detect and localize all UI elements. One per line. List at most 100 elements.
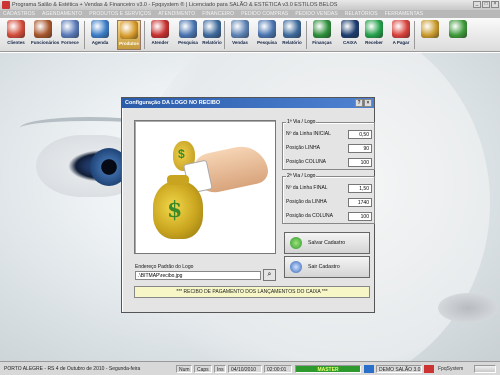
toolbar-button[interactable]: Vendas [228, 20, 252, 50]
status-bar: PORTO ALEGRE - RS 4 de Outubro de 2010 -… [0, 361, 500, 375]
toolbar-button[interactable]: Agenda [88, 20, 112, 50]
toolbar-button-label: Clientes [7, 40, 25, 45]
via2-row: Posição da COLUNA 100 [286, 211, 372, 221]
magnifier-icon: ⌕ [267, 271, 272, 278]
logo-path-input[interactable]: .\BITMAP\recibo.jpg [135, 271, 261, 280]
toolbar-separator [84, 21, 85, 49]
toolbar-button[interactable]: Clientes [4, 20, 28, 50]
agenda-icon [91, 20, 109, 38]
search-icon [179, 20, 197, 38]
toolbar-button-label: Vendas [232, 40, 248, 45]
status-time: 02:00:01 [264, 365, 292, 373]
toolbar-button[interactable]: Atender [148, 20, 172, 50]
menu-item[interactable]: FERRAMENTAS [385, 11, 424, 17]
window-titlebar: Programa Salão & Estética + Vendas & Fin… [0, 0, 500, 10]
toolbar-button[interactable]: Funcionários [31, 20, 60, 50]
toolbar-button[interactable] [418, 20, 442, 50]
status-ins: Ins [214, 365, 226, 373]
toolbar-button[interactable]: CAIXA [338, 20, 362, 50]
toolbar-button-label: Relatório [282, 40, 302, 45]
receive-icon [365, 20, 383, 38]
logo-preview: $ $ [134, 120, 276, 254]
toolbar-separator [306, 21, 307, 49]
via1-column-position-input[interactable]: 100 [348, 157, 372, 167]
toolbar-button-label: Produtos [119, 41, 139, 46]
dialog-help-button[interactable]: ? [355, 99, 363, 107]
status-flag-icon [424, 365, 434, 373]
browse-logo-button[interactable]: ⌕ [263, 269, 276, 281]
via1-row: Nº da Linha INICIAL 0,50 [286, 129, 372, 139]
exit-icon [290, 261, 302, 273]
toolbar-button-label: A Pagar [392, 40, 410, 45]
exit-button[interactable]: Sair Cadastro [284, 256, 370, 278]
toolbar-separator [224, 21, 225, 49]
status-master-badge: MASTER [295, 365, 361, 373]
toolbar-button[interactable]: Relatório [280, 20, 304, 50]
toolbar-button[interactable]: Fornece [58, 20, 82, 50]
pay-icon [392, 20, 410, 38]
toolbar-button[interactable]: Relatório [200, 20, 224, 50]
toolbar-button[interactable]: Finanças [310, 20, 334, 50]
via2-column-position-input[interactable]: 100 [348, 211, 372, 221]
lips-shape [438, 293, 498, 323]
toolbar-button[interactable]: Pesquisa [176, 20, 200, 50]
toolbar-button[interactable] [446, 20, 470, 50]
employees-icon [34, 20, 52, 38]
suppliers-icon [61, 20, 79, 38]
toolbar-button-label: Funcionários [31, 40, 60, 45]
status-caps: Caps [194, 365, 212, 373]
toolbar-button[interactable]: A Pagar [389, 20, 413, 50]
via2-line-position-input[interactable]: 1740 [348, 197, 372, 207]
status-brand: FpqSystem [438, 366, 464, 372]
menu-item[interactable]: RELATÓRIOS [345, 11, 378, 17]
toolbar-button[interactable]: Produtos [117, 20, 141, 50]
toolbar-button-label: Finanças [312, 40, 332, 45]
menu-item[interactable]: ATENDIMENTO [158, 11, 195, 17]
dialog-close-button[interactable]: × [364, 99, 372, 107]
menu-item[interactable]: PRODUTOS E SERVIÇOS [89, 11, 151, 17]
via2-final-line-input[interactable]: 1,50 [348, 183, 372, 193]
status-logo [474, 365, 496, 373]
menu-bar: CADASTROS AGENDAMENTO PRODUTOS E SERVIÇOS A… [0, 10, 500, 18]
status-location: PORTO ALEGRE - RS 4 de Outubro de 2010 -… [4, 366, 141, 372]
logo-config-dialog: Configuração DA LOGO NO RECIBO ? × $ $ E… [121, 97, 375, 313]
menu-item[interactable]: AGENDAMENTO [42, 11, 82, 17]
cash-icon [341, 20, 359, 38]
toolbar-button[interactable]: Pesquisa [255, 20, 279, 50]
menu-item[interactable]: PEDIDO COMPRAS [241, 11, 288, 17]
exit-icon [449, 20, 467, 38]
toolbar-button-label: Fornece [61, 40, 79, 45]
menu-item[interactable]: FINANCEIRO [202, 11, 234, 17]
via1-title: 1ª Via / Logo [286, 119, 317, 125]
dialog-title: Configuração DA LOGO NO RECIBO ? × [122, 98, 374, 108]
toolbar-button[interactable]: Receber [362, 20, 386, 50]
toolbar-button-label: Pesquisa [257, 40, 277, 45]
settings-icon [421, 20, 439, 38]
money-bag-icon: $ [153, 175, 203, 239]
via2-group: 2ª Via / Logo Nº da Linha FINAL 1,50 Posi… [282, 173, 375, 224]
via1-initial-line-input[interactable]: 0,50 [348, 129, 372, 139]
via1-row: Posição COLUNA 100 [286, 157, 372, 167]
report-icon [203, 20, 221, 38]
close-button[interactable]: × [491, 1, 499, 8]
maximize-button[interactable]: □ [482, 1, 490, 8]
handshake-icon [189, 141, 271, 197]
logo-path-label: Endereço Padrão do Logo [135, 264, 194, 270]
via1-line-position-input[interactable]: 90 [348, 143, 372, 153]
toolbar-button-label: CAIXA [342, 40, 357, 45]
toolbar-separator [414, 21, 415, 49]
menu-item[interactable]: PEDIDO VENDAS [295, 11, 337, 17]
toolbar: Clientes Funcionários Fornece Agenda Produto… [0, 18, 500, 52]
app-icon [2, 1, 10, 9]
toolbar-button-label: Atender [151, 40, 169, 45]
save-button[interactable]: Salvar Cadastro [284, 232, 370, 254]
checkmark-icon [290, 237, 302, 249]
menu-item[interactable]: CADASTROS [3, 11, 35, 17]
toolbar-button-label: Pesquisa [178, 40, 198, 45]
minimize-button[interactable]: _ [473, 1, 481, 8]
via1-row: Posição LINHA 90 [286, 143, 372, 153]
via1-group: 1ª Via / Logo Nº da Linha INICIAL 0,50 Po… [282, 119, 375, 170]
finance-icon [313, 20, 331, 38]
status-num: Num [176, 365, 192, 373]
clients-icon [7, 20, 25, 38]
